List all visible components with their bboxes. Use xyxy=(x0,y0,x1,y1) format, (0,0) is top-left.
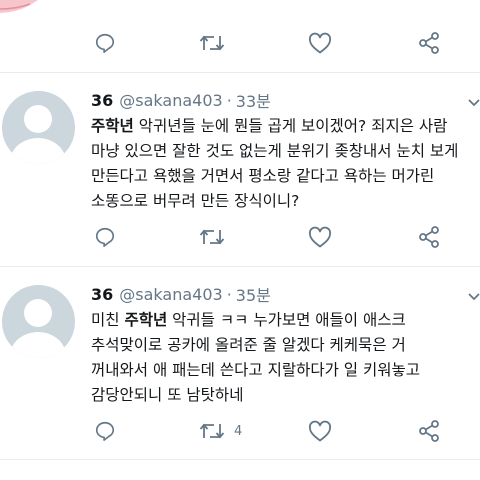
tweet[interactable]: 36 @sakana403 · 35분 미친 주학년 악귀들 ㅋㅋ 누가보면 애… xyxy=(0,267,480,459)
like-icon xyxy=(308,226,332,248)
tweet-text-line: 감당안되니 또 남탓하네 xyxy=(91,383,480,408)
tweet-text-line: 추석맞이로 공카에 올려준 줄 알겠다 케케묵은 거 xyxy=(91,333,480,358)
tweet-text-line: 주학년 악귀년들 눈에 뭔들 곱게 보이겠어? 죄지은 사람 xyxy=(91,114,480,139)
tweet-actions xyxy=(0,220,480,254)
retweet-icon xyxy=(199,229,225,245)
tweet-actions: 4 xyxy=(0,414,480,448)
tweet-text-line: 미친 주학년 악귀들 ㅋㅋ 누가보면 애들이 애스크 xyxy=(91,308,480,333)
retweet-icon xyxy=(199,35,225,51)
tweet-text-segment: 추석맞이로 공카에 올려준 줄 알겠다 케케묵은 거 xyxy=(91,336,406,354)
tweet-text-segment: 감당안되니 또 남탓하네 xyxy=(91,386,244,404)
previous-tweet-actions xyxy=(0,26,480,60)
share-icon xyxy=(419,420,439,442)
tweet-text-segment: 소똥으로 버무려 만든 장식이니? xyxy=(91,192,300,210)
user-handle[interactable]: @sakana403 xyxy=(119,91,222,110)
tweet-text-segment: 만든다고 욕했을 거면서 평소랑 같다고 욕하는 머가린 xyxy=(91,167,435,185)
share-button[interactable] xyxy=(417,414,441,448)
tweet-text-line: 꺼내와서 애 패는데 쓴다고 지랄하다가 일 키워놓고 xyxy=(91,358,480,383)
retweet-button[interactable] xyxy=(199,220,234,254)
avatar[interactable] xyxy=(2,285,75,358)
previous-tweet-media[interactable] xyxy=(0,0,480,20)
tweet-text-segment: 미친 xyxy=(91,311,125,329)
reply-icon xyxy=(95,33,115,53)
like-button[interactable] xyxy=(308,414,332,448)
tweet-text: 미친 주학년 악귀들 ㅋㅋ 누가보면 애들이 애스크 추석맞이로 공카에 올려준… xyxy=(91,308,480,408)
reply-button[interactable] xyxy=(94,26,116,60)
retweet-count: 4 xyxy=(234,423,243,439)
avatar[interactable] xyxy=(2,91,75,164)
tweet-text-segment: 악귀들 ㅋㅋ 누가보면 애들이 애스크 xyxy=(167,311,406,329)
like-button[interactable] xyxy=(308,26,332,60)
tweet-text-line: 소똥으로 버무려 만든 장식이니? xyxy=(91,189,480,214)
timestamp[interactable]: 33분 xyxy=(236,88,271,112)
tweet-text-line: 마냥 있으면 잘한 것도 없는게 분위기 좆창내서 눈치 보게 xyxy=(91,139,480,164)
tweet-text-segment: 꺼내와서 애 패는데 쓴다고 지랄하다가 일 키워놓고 xyxy=(91,361,421,379)
reply-button[interactable] xyxy=(94,414,116,448)
separator-dot: · xyxy=(226,90,232,110)
tweet-text: 주학년 악귀년들 눈에 뭔들 곱게 보이겠어? 죄지은 사람 마냥 있으면 잘한… xyxy=(91,114,480,214)
retweet-icon xyxy=(199,423,225,439)
reply-icon xyxy=(95,227,115,247)
tweet-header: 36 @sakana403 · 35분 xyxy=(91,282,271,306)
user-handle[interactable]: @sakana403 xyxy=(119,285,222,304)
share-button[interactable] xyxy=(417,220,441,254)
separator-dot: · xyxy=(226,284,232,304)
reply-icon xyxy=(95,421,115,441)
tweet-divider xyxy=(0,459,480,460)
retweet-button[interactable]: 4 xyxy=(199,414,242,448)
chevron-down-icon[interactable] xyxy=(468,98,480,108)
reply-button[interactable] xyxy=(94,220,116,254)
like-button[interactable] xyxy=(308,220,332,254)
display-name[interactable]: 36 xyxy=(91,91,113,110)
like-icon xyxy=(308,420,332,442)
share-button[interactable] xyxy=(417,26,441,60)
chevron-down-icon[interactable] xyxy=(468,292,480,302)
timestamp[interactable]: 35분 xyxy=(236,282,271,306)
highlighted-keyword: 주학년 xyxy=(91,117,134,135)
tweet[interactable]: 36 @sakana403 · 33분 주학년 악귀년들 눈에 뭔들 곱게 보이… xyxy=(0,73,480,266)
tweet-text-segment: 악귀년들 눈에 뭔들 곱게 보이겠어? 죄지은 사람 xyxy=(133,117,448,135)
display-name[interactable]: 36 xyxy=(91,285,113,304)
share-icon xyxy=(419,226,439,248)
media-thumbnail-fragment xyxy=(0,0,38,13)
tweet-text-segment: 마냥 있으면 잘한 것도 없는게 분위기 좆창내서 눈치 보게 xyxy=(91,142,459,160)
share-icon xyxy=(419,32,439,54)
retweet-button[interactable] xyxy=(199,26,225,60)
highlighted-keyword: 주학년 xyxy=(124,311,168,329)
tweet-text-line: 만든다고 욕했을 거면서 평소랑 같다고 욕하는 머가린 xyxy=(91,164,480,189)
like-icon xyxy=(308,32,332,54)
tweet-header: 36 @sakana403 · 33분 xyxy=(91,88,271,112)
